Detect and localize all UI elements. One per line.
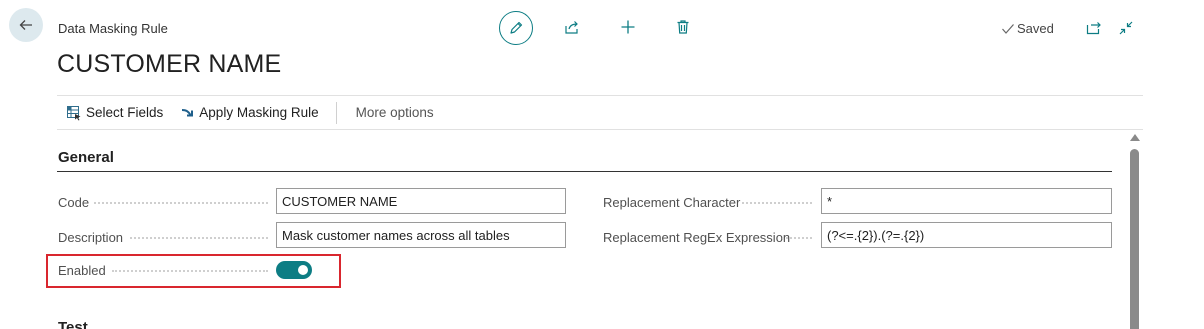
action-divider [335, 101, 337, 124]
select-fields-label: Select Fields [86, 105, 164, 120]
open-in-new-window-icon [1086, 22, 1101, 35]
checkmark-icon [1002, 23, 1014, 34]
delete-button[interactable] [673, 17, 693, 37]
trash-icon [677, 20, 689, 34]
edit-button[interactable] [499, 11, 533, 45]
new-button[interactable] [618, 17, 638, 37]
replacement-regex-field[interactable] [821, 222, 1112, 248]
section-divider [57, 171, 1112, 172]
plus-icon [621, 20, 635, 34]
apply-masking-rule-label: Apply Masking Rule [199, 105, 319, 120]
share-button[interactable] [562, 17, 582, 37]
select-fields-action[interactable]: Select Fields [57, 96, 172, 129]
share-icon [565, 21, 578, 34]
apply-arrow-icon [182, 108, 194, 116]
replacement-character-field[interactable] [821, 188, 1112, 214]
pencil-icon [510, 21, 523, 34]
save-status: Saved [1001, 21, 1054, 36]
collapse-icon [1119, 21, 1133, 35]
leader-dots [742, 202, 812, 204]
collapse-button[interactable] [1117, 19, 1135, 37]
more-options-label: More options [355, 105, 434, 120]
save-status-label: Saved [1017, 21, 1054, 36]
open-new-window-button[interactable] [1085, 19, 1103, 37]
leader-dots [130, 237, 268, 239]
code-field[interactable] [276, 188, 566, 214]
action-bar: Select Fields Apply Masking Rule More op… [57, 95, 1143, 130]
scroll-thumb[interactable] [1130, 149, 1139, 329]
more-options-action[interactable]: More options [347, 96, 443, 129]
description-label: Description [58, 230, 124, 245]
select-fields-icon [67, 105, 81, 120]
scroll-up-arrow-icon[interactable] [1130, 134, 1140, 141]
page-title: CUSTOMER NAME [57, 50, 282, 78]
vertical-scrollbar[interactable] [1128, 132, 1142, 329]
replacement-regex-label: Replacement RegEx Expression [603, 230, 791, 245]
description-field[interactable] [276, 222, 566, 248]
replacement-character-label: Replacement Character [603, 195, 741, 210]
page-type-caption: Data Masking Rule [58, 21, 168, 36]
code-label: Code [58, 195, 90, 210]
back-button[interactable] [9, 8, 43, 42]
leader-dots [782, 237, 812, 239]
apply-masking-rule-action[interactable]: Apply Masking Rule [172, 96, 327, 129]
leader-dots [94, 202, 268, 204]
section-title-test-label: Test [58, 319, 88, 329]
section-title-general[interactable]: General [58, 149, 114, 166]
back-arrow-icon [19, 20, 32, 30]
section-title-test[interactable]: Test [58, 319, 88, 329]
enabled-highlight-box [46, 254, 341, 288]
